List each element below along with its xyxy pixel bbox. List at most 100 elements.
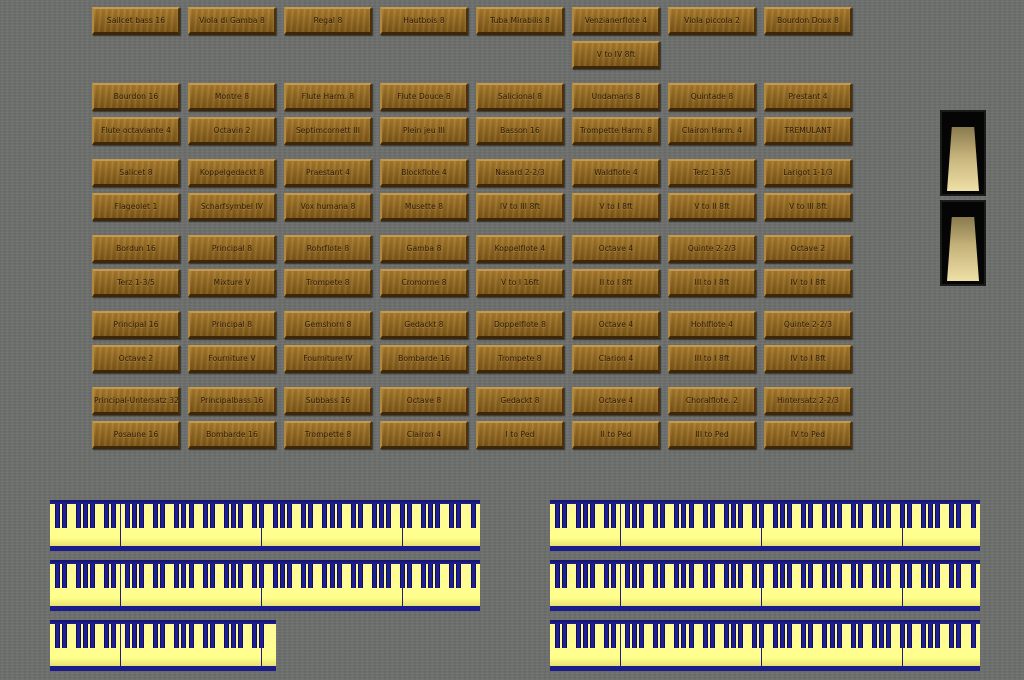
black-key[interactable] [103,564,109,589]
stop-knob[interactable]: Quinte 2-2/3 [764,311,852,339]
black-key[interactable] [308,564,314,589]
stop-knob[interactable]: Cromorne 8 [380,269,468,297]
black-key[interactable] [900,564,905,589]
black-key[interactable] [421,504,427,529]
black-key[interactable] [329,504,335,529]
black-key[interactable] [329,564,335,589]
black-key[interactable] [921,624,927,649]
stop-knob[interactable]: Clarion 4 [572,345,660,373]
black-key[interactable] [702,504,708,529]
black-key[interactable] [928,564,934,589]
black-key[interactable] [780,564,786,589]
black-key[interactable] [857,504,863,529]
stop-knob[interactable]: Terz 1-3/5 [668,159,756,187]
black-key[interactable] [603,564,609,589]
black-key[interactable] [970,624,976,649]
stop-knob[interactable]: Tuba Mirabilis 8 [476,7,564,35]
stop-knob[interactable]: Principal 8 [188,311,276,339]
stop-knob[interactable]: Octave 4 [572,387,660,415]
black-key[interactable] [900,504,905,529]
black-key[interactable] [371,564,377,589]
black-key[interactable] [273,504,279,529]
black-key[interactable] [188,504,194,529]
black-key[interactable] [209,624,215,649]
black-key[interactable] [554,504,560,529]
stop-knob[interactable]: Viola piccola 2 [668,7,756,35]
stop-knob[interactable]: Undamaris 8 [572,83,660,111]
stop-knob[interactable]: Koppelflote 4 [476,235,564,263]
black-key[interactable] [801,624,807,649]
black-key[interactable] [639,624,645,649]
black-key[interactable] [836,564,842,589]
black-key[interactable] [822,504,828,529]
black-key[interactable] [82,564,88,589]
stop-knob[interactable]: Octave 4 [572,235,660,263]
stop-knob[interactable]: Scharfsymbel IV [188,193,276,221]
stop-knob[interactable]: TREMULANT [764,117,852,145]
stop-knob[interactable]: Flageolet 1 [92,193,180,221]
stop-knob[interactable]: V to IV 8ft [572,41,660,69]
black-key[interactable] [287,564,293,589]
black-key[interactable] [829,564,835,589]
stop-knob[interactable]: Montre 8 [188,83,276,111]
black-key[interactable] [850,504,856,529]
stop-knob[interactable]: Mixture V [188,269,276,297]
stop-knob[interactable]: Trompette 8 [284,421,372,449]
black-key[interactable] [660,624,666,649]
black-key[interactable] [132,624,138,649]
black-key[interactable] [773,564,779,589]
black-key[interactable] [857,564,863,589]
black-key[interactable] [75,624,81,649]
black-key[interactable] [610,564,616,589]
black-key[interactable] [759,624,764,649]
black-key[interactable] [202,624,208,649]
black-key[interactable] [322,504,328,529]
black-key[interactable] [378,564,384,589]
black-key[interactable] [470,504,476,529]
black-key[interactable] [871,624,877,649]
black-key[interactable] [160,504,166,529]
black-key[interactable] [780,624,786,649]
black-key[interactable] [153,504,159,529]
stop-knob[interactable]: IV to I 8ft [764,269,852,297]
black-key[interactable] [822,564,828,589]
black-key[interactable] [730,504,736,529]
black-key[interactable] [850,624,856,649]
black-key[interactable] [871,564,877,589]
black-key[interactable] [709,564,715,589]
stop-knob[interactable]: Flute Douce 8 [380,83,468,111]
black-key[interactable] [653,624,659,649]
black-key[interactable] [259,564,264,589]
black-key[interactable] [139,504,145,529]
stop-knob[interactable]: Gedackt 8 [380,311,468,339]
black-key[interactable] [449,504,455,529]
stop-knob[interactable]: V to I 8ft [572,193,660,221]
stop-knob[interactable]: II to I 8ft [572,269,660,297]
black-key[interactable] [456,564,462,589]
stop-knob[interactable]: III to Ped [668,421,756,449]
stop-knob[interactable]: IV to I 8ft [764,345,852,373]
swell-pedal-1[interactable] [940,110,986,196]
black-key[interactable] [639,504,645,529]
black-key[interactable] [125,504,131,529]
stop-knob[interactable]: Bordun 16 [92,235,180,263]
black-key[interactable] [139,624,145,649]
stop-knob[interactable]: Venzianerflote 4 [572,7,660,35]
black-key[interactable] [681,624,687,649]
stop-knob[interactable]: Hintersatz 2-2/3 [764,387,852,415]
black-key[interactable] [575,564,581,589]
stop-knob[interactable]: Sailcet bass 16 [92,7,180,35]
black-key[interactable] [153,624,159,649]
black-key[interactable] [237,504,243,529]
black-key[interactable] [730,624,736,649]
black-key[interactable] [561,504,567,529]
black-key[interactable] [625,504,631,529]
black-key[interactable] [688,624,694,649]
stop-knob[interactable]: Octave 2 [764,235,852,263]
black-key[interactable] [357,564,363,589]
black-key[interactable] [660,504,666,529]
stop-knob[interactable]: II to Ped [572,421,660,449]
swell-pedal-2[interactable] [940,200,986,286]
black-key[interactable] [681,564,687,589]
black-key[interactable] [885,504,891,529]
